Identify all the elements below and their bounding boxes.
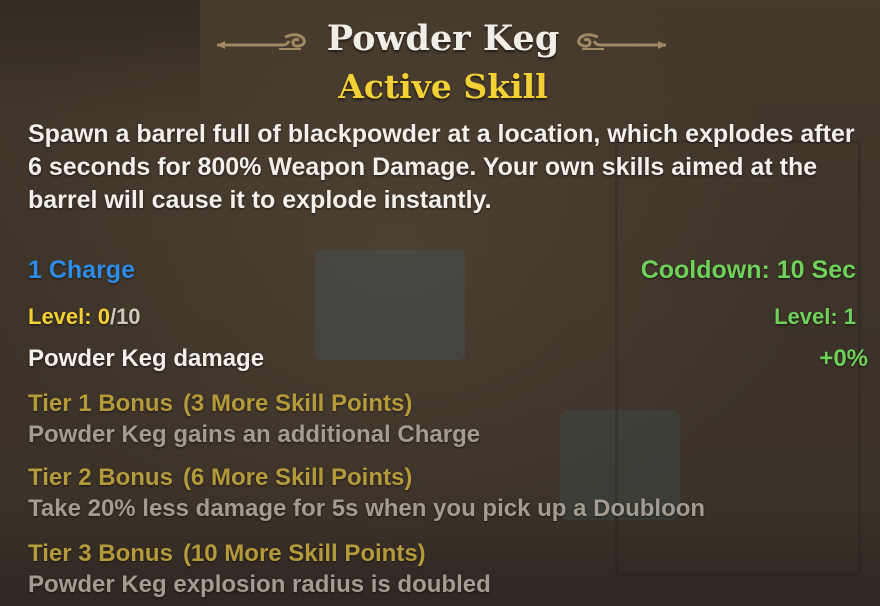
skill-description: Spawn a barrel full of blackpowder at a … <box>28 120 855 214</box>
tier-heading: Tier 2 Bonus (6 More Skill Points) <box>28 464 868 492</box>
tier-description: Take 20% less damage for 5s when you pic… <box>28 495 706 522</box>
tier-bonus: Tier 1 Bonus (3 More Skill Points) Powder… <box>28 390 868 449</box>
tier-cost: (6 More Skill Points) <box>182 464 413 491</box>
tier-cost: (3 More Skill Points) <box>182 390 413 417</box>
skill-tooltip: Powder Keg Active Skill Spawn a barrel f… <box>0 0 880 606</box>
required-level: Level: 1 <box>774 304 856 329</box>
skill-title: Powder Keg <box>326 18 560 59</box>
skill-level-label: Level: <box>28 304 98 329</box>
stat-row: Powder Keg damage +0% <box>28 345 868 379</box>
tier-description: Powder Keg gains an additional Charge <box>28 421 481 448</box>
cooldown-value: Cooldown: 10 Sec <box>640 256 856 284</box>
skill-level-max: /10 <box>109 304 141 329</box>
tooltip-header: Powder Keg <box>0 16 880 66</box>
tier-bonus: Tier 3 Bonus (10 More Skill Points) Powde… <box>28 540 868 599</box>
tier-heading: Tier 3 Bonus (10 More Skill Points) <box>28 540 868 568</box>
tier-name: Tier 2 Bonus <box>28 464 173 491</box>
tier-description: Powder Keg explosion radius is doubled <box>28 571 491 598</box>
tier-heading: Tier 1 Bonus (3 More Skill Points) <box>28 390 868 418</box>
ornament-right-icon <box>577 33 666 50</box>
skill-type: Active Skill <box>338 67 548 106</box>
stat-label: Powder Keg damage <box>28 345 265 372</box>
stat-value: +0% <box>819 345 868 372</box>
tier-name: Tier 3 Bonus <box>28 540 173 567</box>
charge-cooldown-row: 1 Charge Cooldown: 10 Sec <box>28 256 868 290</box>
skill-level-current: 0 <box>97 304 110 329</box>
tier-cost: (10 More Skill Points) <box>182 540 426 567</box>
level-row: Level: 0/10 Level: 1 <box>28 304 868 338</box>
tier-name: Tier 1 Bonus <box>28 390 173 417</box>
tier-bonus: Tier 2 Bonus (6 More Skill Points) Take 2… <box>28 464 868 523</box>
charge-count: 1 Charge <box>28 256 135 284</box>
skill-level: Level: 0/10 <box>28 304 141 330</box>
